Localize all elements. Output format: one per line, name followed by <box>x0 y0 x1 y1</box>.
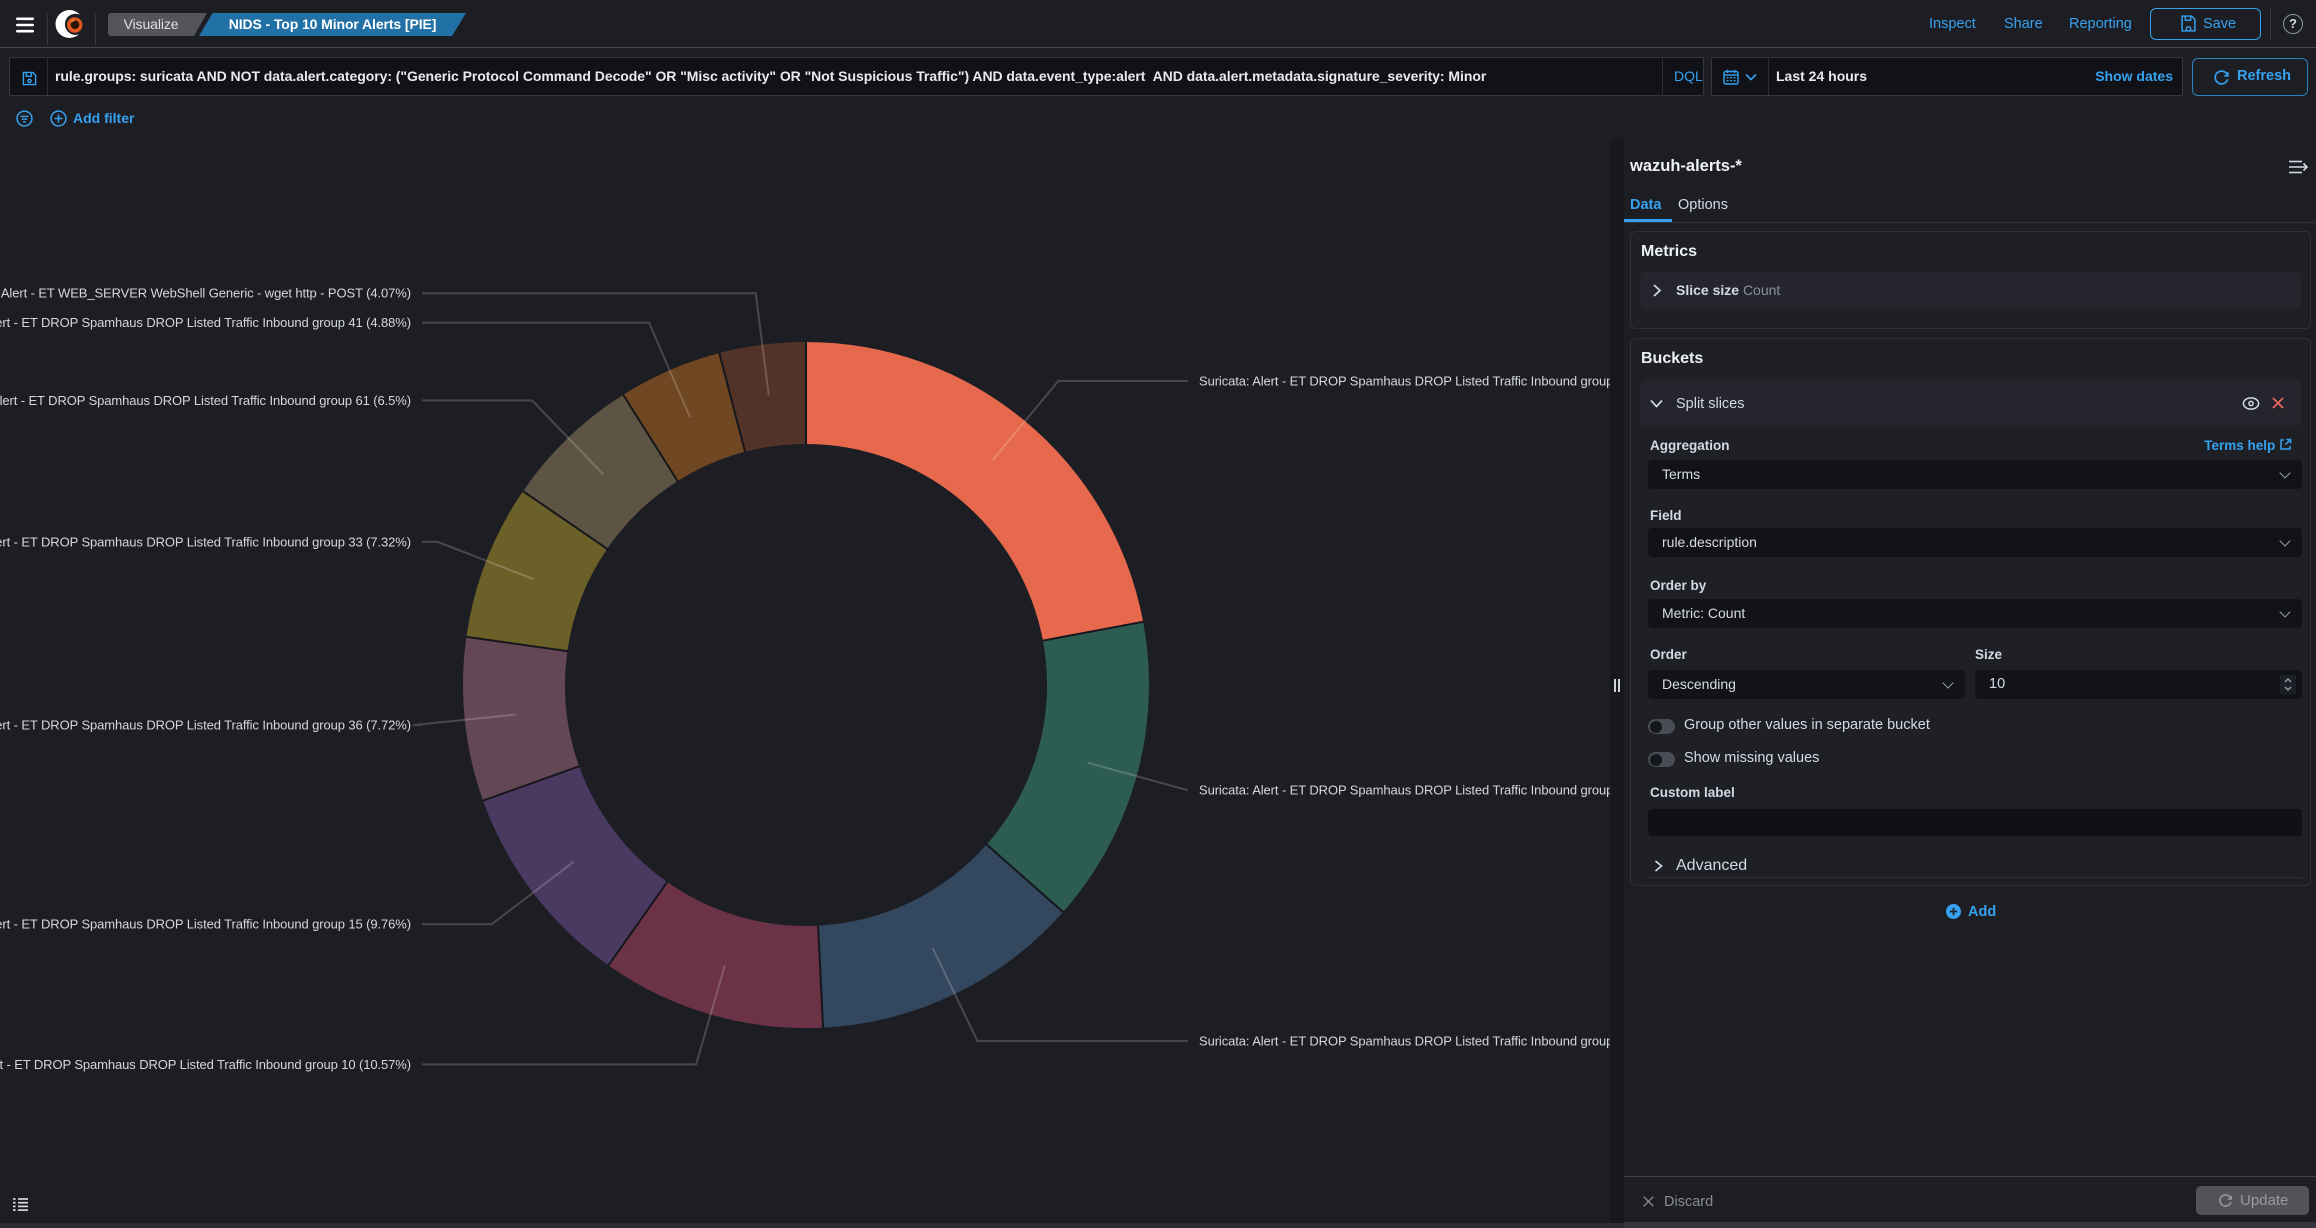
svg-text:Suricata: Alert - ET DROP Spam: Suricata: Alert - ET DROP Spamhaus DROP … <box>0 917 411 932</box>
svg-text:Suricata: Alert - ET WEB_SERVE: Suricata: Alert - ET WEB_SERVER WebShell… <box>0 286 411 301</box>
svg-text:Suricata: Alert - ET DROP Spam: Suricata: Alert - ET DROP Spamhaus DROP … <box>1199 783 1610 798</box>
svg-text:Suricata: Alert - ET DROP Spam: Suricata: Alert - ET DROP Spamhaus DROP … <box>1199 1033 1610 1048</box>
svg-text:Suricata: Alert - ET DROP Spam: Suricata: Alert - ET DROP Spamhaus DROP … <box>0 315 411 330</box>
svg-text:Suricata: Alert - ET DROP Spam: Suricata: Alert - ET DROP Spamhaus DROP … <box>0 1057 411 1072</box>
svg-text:Suricata: Alert - ET DROP Spam: Suricata: Alert - ET DROP Spamhaus DROP … <box>0 718 411 733</box>
svg-text:Suricata: Alert - ET DROP Spam: Suricata: Alert - ET DROP Spamhaus DROP … <box>0 534 411 549</box>
svg-text:Suricata: Alert - ET DROP Spam: Suricata: Alert - ET DROP Spamhaus DROP … <box>0 393 411 408</box>
svg-text:Suricata: Alert - ET DROP Spam: Suricata: Alert - ET DROP Spamhaus DROP … <box>1199 374 1610 389</box>
